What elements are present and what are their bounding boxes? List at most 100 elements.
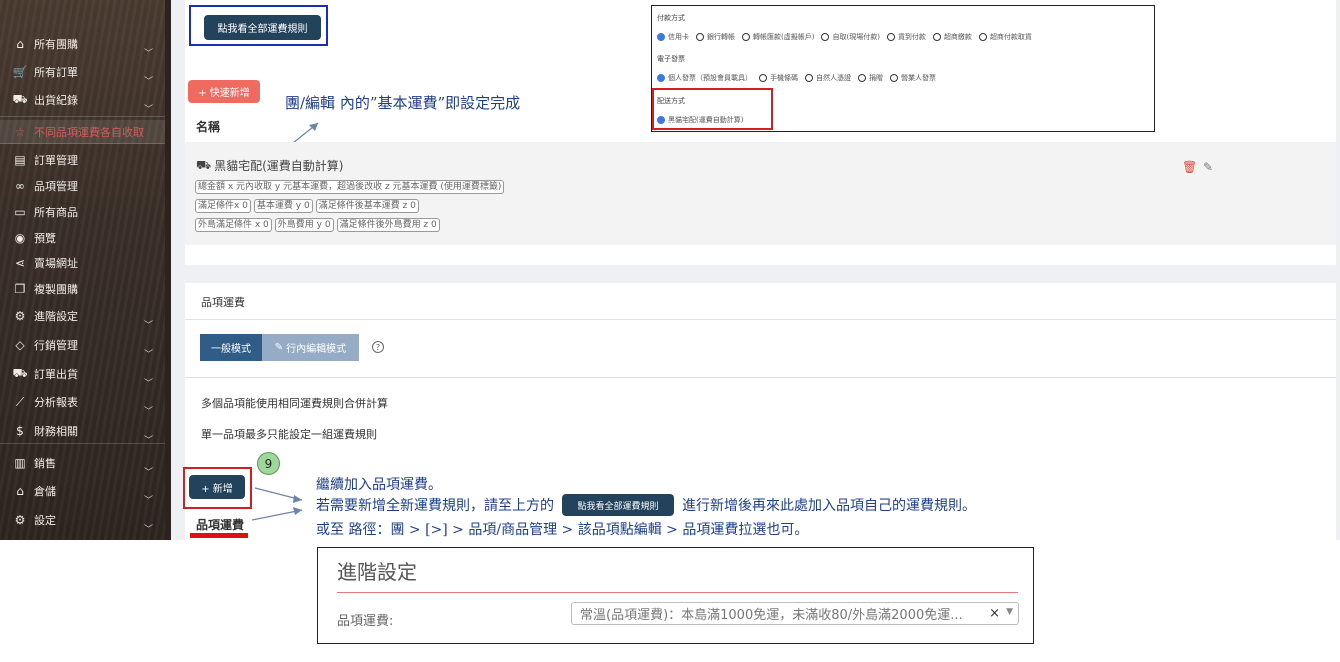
- rule-tag: 總金額 x 元內收取 y 元基本運費，超過後改收 z 元基本運費 (使用運費標籤…: [195, 180, 505, 194]
- chevron-down-icon[interactable]: ﹀: [144, 493, 153, 506]
- radio-icon[interactable]: [890, 74, 898, 82]
- radio-icon[interactable]: [978, 33, 987, 41]
- radio-icon[interactable]: [657, 74, 665, 82]
- rule-tag: 基本運費 y 0: [253, 199, 313, 213]
- sidebar-item-label: 倉儲: [34, 485, 56, 498]
- view-all-rules-button-inline[interactable]: 點我看全部運費規則: [562, 494, 674, 516]
- chevron-down-icon[interactable]: ﹀: [144, 347, 153, 360]
- page: ⌂ 所有團購 ﹀ 🛒 所有訂單 ﹀ ⛟ 出貨紀錄 ﹀ ☆ 不同品項運費各自收取 ▤ 訂單管理 ∞ 品項管理 ▭…: [0, 0, 1340, 662]
- chevron-down-icon[interactable]: ﹀: [144, 465, 153, 478]
- chevron-down-icon[interactable]: ▼: [1006, 607, 1013, 617]
- radio-icon[interactable]: [759, 74, 767, 82]
- sidebar-item-4[interactable]: ▤ 訂單管理: [0, 148, 165, 172]
- radio-icon[interactable]: [805, 74, 813, 82]
- sidebar-item-12[interactable]: ⛟ 訂單出貨 ﹀: [0, 362, 165, 389]
- radio-option[interactable]: 個人發票（預設會員載具）: [657, 73, 752, 83]
- radio-option[interactable]: 銀行轉帳: [696, 32, 735, 42]
- radio-label: 信用卡: [668, 33, 689, 41]
- quick-add-button[interactable]: + 快速新增: [188, 80, 260, 103]
- glasses-icon: ∞: [15, 179, 25, 193]
- chevron-down-icon[interactable]: ﹀: [144, 102, 153, 115]
- annotation-line-1: 繼續加入品項運費。: [316, 477, 442, 493]
- sidebar-item-label: 訂單管理: [34, 154, 78, 167]
- view-all-rules-button[interactable]: 點我看全部運費規則: [204, 15, 321, 40]
- radio-icon[interactable]: [886, 33, 895, 41]
- radio-option[interactable]: 轉帳匯款(虛擬帳戶): [742, 32, 814, 42]
- radio-option[interactable]: 手機條碼: [759, 73, 798, 83]
- mode-inline-button[interactable]: ✎ 行內編輯模式: [262, 334, 359, 361]
- sidebar-item-label: 所有團購: [34, 38, 78, 51]
- item-shipping-select[interactable]: 常溫(品項運費)：本島滿1000免運，未滿收80/外島滿2000免運... × …: [571, 602, 1019, 625]
- info-merge: 多個品項能使用相同運費規則合併計算: [201, 397, 388, 410]
- radio-option[interactable]: 自取(現場付款): [821, 32, 880, 42]
- red-underline: [190, 533, 248, 538]
- sidebar-item-6[interactable]: ▭ 所有商品: [0, 200, 165, 224]
- rule-tag: 外島費用 y 0: [274, 218, 334, 232]
- chevron-down-icon[interactable]: ﹀: [144, 433, 153, 446]
- chevron-down-icon[interactable]: ﹀: [144, 46, 153, 59]
- chevron-down-icon[interactable]: ﹀: [144, 318, 153, 331]
- radio-option[interactable]: 超商繳款: [932, 32, 972, 42]
- eye-icon: ◉: [14, 231, 26, 245]
- sidebar-item-11[interactable]: ◇ 行銷管理 ﹀: [0, 333, 165, 360]
- chart-line-icon: ⟋: [15, 394, 25, 409]
- radio-label: 超商繳款: [943, 33, 972, 41]
- sidebar-item-16[interactable]: ⌂ 倉儲 ﹀: [0, 479, 165, 506]
- trash-icon[interactable]: 🗑: [1182, 160, 1197, 174]
- rule-tag: 外島滿足條件 x 0: [195, 218, 272, 232]
- chevron-down-icon[interactable]: ﹀: [144, 74, 153, 87]
- radio-icon[interactable]: [742, 33, 750, 41]
- rule-tags-row-1: 總金額 x 元內收取 y 元基本運費，超過後改收 z 元基本運費 (使用運費標籤…: [195, 180, 505, 194]
- gear-icon: ⚙: [14, 513, 26, 527]
- sidebar-item-15[interactable]: ▥ 銷售 ﹀: [0, 451, 165, 478]
- sidebar-item-7[interactable]: ◉ 預覽: [0, 226, 165, 250]
- sidebar-item-13[interactable]: ⟋ 分析報表 ﹀: [0, 390, 165, 418]
- item-shipping-select-value: 常溫(品項運費)：本島滿1000免運，未滿收80/外島滿2000免運...: [580, 608, 963, 623]
- radio-icon[interactable]: [858, 74, 866, 82]
- radio-option[interactable]: 信用卡: [657, 32, 689, 42]
- sidebar-item-0[interactable]: ⌂ 所有團購 ﹀: [0, 32, 165, 59]
- radio-option[interactable]: 超商付款取貨: [978, 32, 1032, 42]
- rule-title-text: 黑貓宅配(運費自動計算): [214, 159, 344, 173]
- sidebar-item-5[interactable]: ∞ 品項管理: [0, 174, 165, 198]
- radio-option[interactable]: 貨到付款: [886, 32, 926, 42]
- sidebar-item-2[interactable]: ⛟ 出貨紀錄 ﹀: [0, 88, 165, 115]
- copy-icon: ❐: [14, 282, 26, 296]
- clear-icon[interactable]: ×: [989, 606, 1000, 621]
- sidebar-item-10[interactable]: ⚙ 進階設定 ﹀: [0, 304, 165, 331]
- radio-option[interactable]: 自然人憑證: [805, 73, 851, 83]
- radio-icon[interactable]: [657, 33, 665, 41]
- invoice-label: 電子發票: [657, 55, 685, 63]
- sidebar-item-3[interactable]: ☆ 不同品項運費各自收取: [0, 120, 165, 144]
- step-badge: 9: [257, 452, 280, 475]
- radio-option[interactable]: 捐贈: [858, 73, 883, 83]
- radio-icon[interactable]: [696, 33, 704, 41]
- edit-icon[interactable]: ✎: [1203, 160, 1213, 174]
- sidebar-item-1[interactable]: 🛒 所有訂單 ﹀: [0, 60, 165, 87]
- rule-tag: 滿足條件後基本運費 z 0: [315, 199, 419, 213]
- radio-option[interactable]: 營業人發票: [890, 73, 936, 83]
- divider: [185, 319, 1336, 320]
- sidebar-item-label: 賣場網址: [34, 257, 78, 270]
- radio-icon[interactable]: [932, 33, 941, 41]
- cart-icon: 🛒: [12, 65, 28, 79]
- money-hand-icon: $: [16, 424, 24, 438]
- sidebar-item-label: 品項管理: [34, 180, 78, 193]
- radio-icon[interactable]: [821, 33, 830, 41]
- sidebar-item-14[interactable]: $ 財務相關 ﹀: [0, 419, 165, 446]
- rule-tag: 滿足條件x 0: [195, 199, 251, 213]
- radio-label: 自取(現場付款): [832, 33, 880, 41]
- sidebar-item-8[interactable]: ⋖ 賣場網址: [0, 251, 165, 275]
- sidebar-item-label: 預覽: [34, 232, 56, 245]
- mode-normal-button[interactable]: 一般模式: [200, 334, 262, 361]
- add-item-shipping-button[interactable]: + 新增: [189, 475, 245, 499]
- chevron-down-icon[interactable]: ﹀: [144, 404, 153, 417]
- bar-chart-icon: ▥: [14, 456, 26, 470]
- sidebar-item-9[interactable]: ❐ 複製團購: [0, 277, 165, 301]
- chevron-down-icon[interactable]: ﹀: [144, 376, 153, 389]
- sidebar-item-label: 財務相關: [34, 425, 78, 438]
- sidebar: ⌂ 所有團購 ﹀ 🛒 所有訂單 ﹀ ⛟ 出貨紀錄 ﹀ ☆ 不同品項運費各自收取 ▤ 訂單管理 ∞ 品項管理 ▭…: [0, 0, 165, 540]
- help-icon[interactable]: ?: [372, 341, 384, 353]
- chevron-down-icon[interactable]: ﹀: [144, 522, 153, 535]
- sidebar-item-17[interactable]: ⚙ 設定 ﹀: [0, 508, 165, 535]
